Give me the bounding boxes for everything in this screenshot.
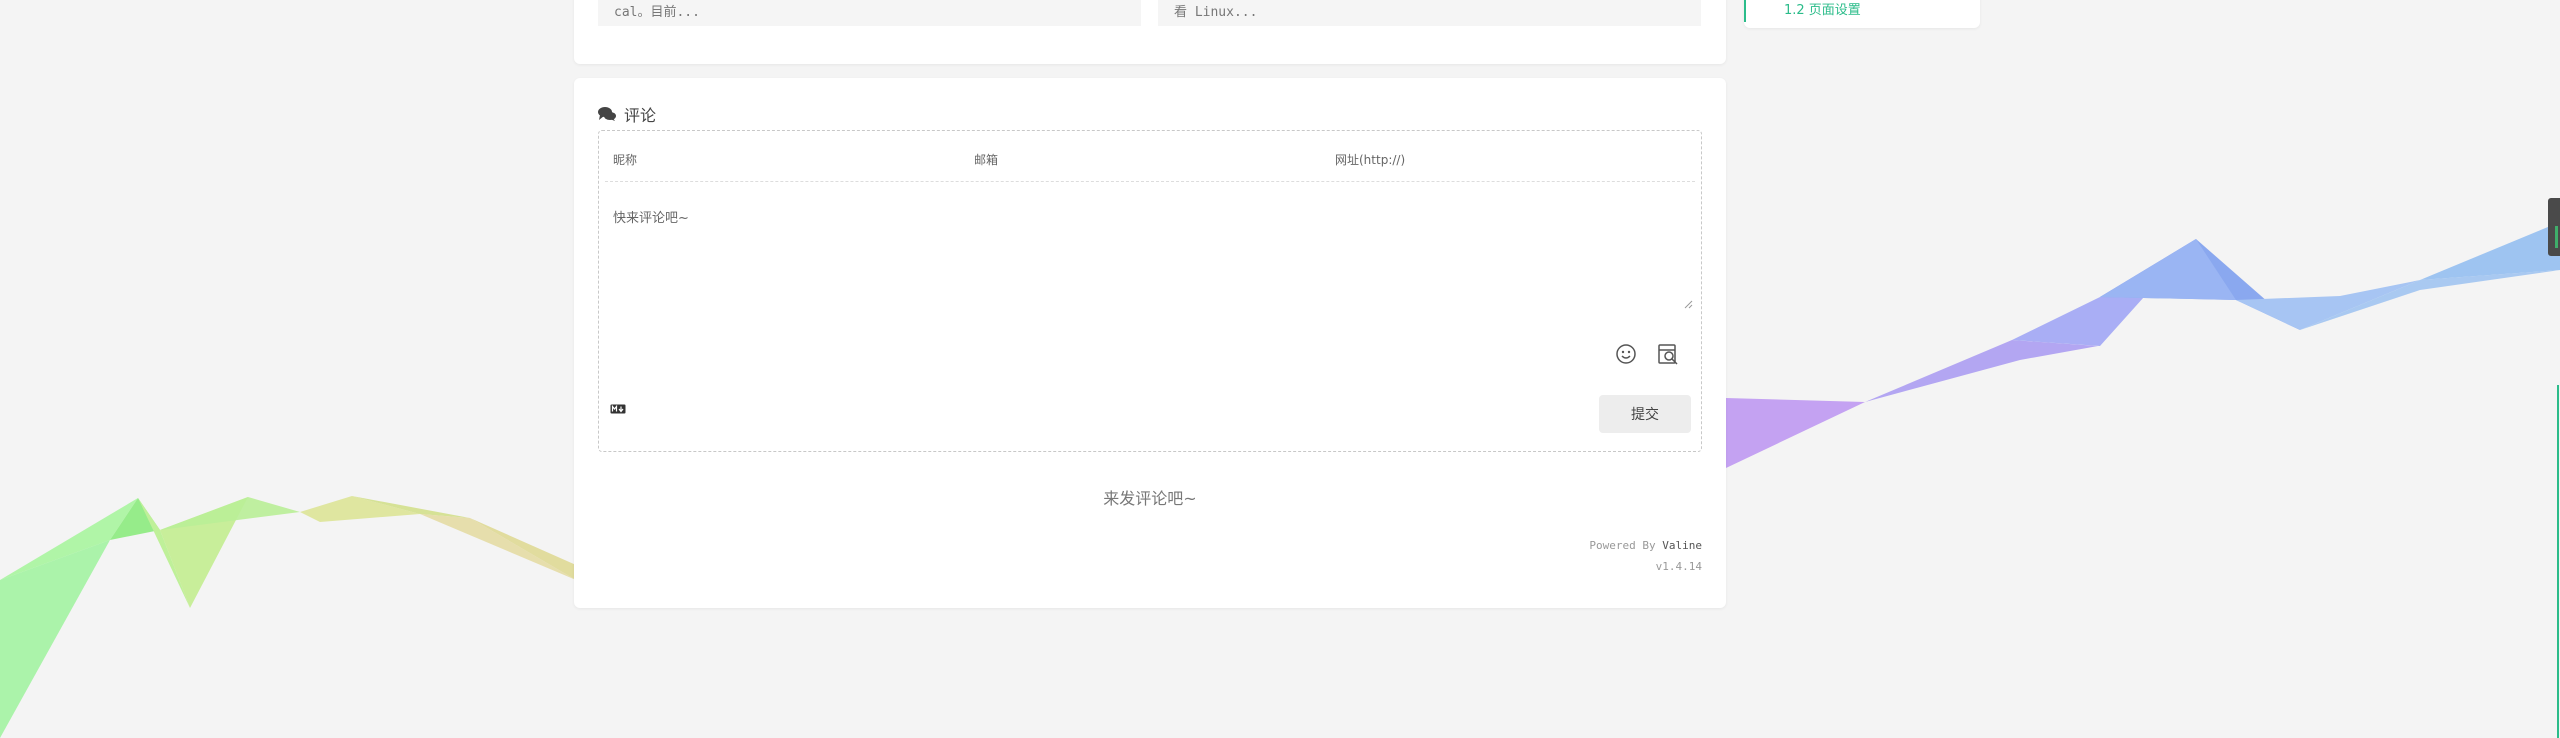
url-input[interactable]: 网址(http://) (1335, 151, 1405, 168)
email-input[interactable]: 邮箱 (974, 151, 998, 168)
valine-link[interactable]: Valine (1662, 539, 1702, 552)
toc-item-page-settings[interactable]: 1.2 页面设置 (1744, 0, 1984, 22)
related-post-left-excerpt: cal。目前... (614, 5, 700, 20)
preview-icon[interactable] (1657, 343, 1679, 365)
related-post-right[interactable]: 看 Linux... (1158, 0, 1701, 26)
related-post-right-excerpt: 看 Linux... (1174, 5, 1258, 20)
resize-grip-icon[interactable] (1683, 299, 1693, 309)
valine-version: v1.4.14 (1655, 560, 1702, 573)
header-divider (605, 181, 1695, 182)
emoji-icon[interactable] (1615, 343, 1637, 365)
related-post-left[interactable]: cal。目前... (598, 0, 1141, 26)
comments-icon (598, 107, 616, 121)
empty-comments-text: 来发评论吧~ (1103, 489, 1197, 508)
toc-item-label: 1.2 页面设置 (1784, 3, 1861, 18)
comment-textarea[interactable]: 快来评论吧~ (613, 207, 689, 226)
scroll-progress-bar (2557, 385, 2559, 738)
nick-input[interactable]: 昵称 (613, 151, 637, 168)
related-posts-card: cal。目前... 看 Linux... (574, 0, 1726, 64)
comment-placeholder: 快来评论吧~ (613, 211, 689, 226)
toc-card: 1.2 页面设置 (1744, 0, 1980, 28)
comment-form: 昵称 邮箱 网址(http://) 快来评论吧~ 提交 (598, 130, 1702, 452)
side-panel-toggle[interactable] (2548, 198, 2560, 256)
nick-placeholder: 昵称 (613, 153, 638, 167)
url-placeholder: 网址(http://) (1335, 153, 1406, 167)
markdown-icon[interactable] (610, 404, 626, 414)
powered-by-prefix: Powered By (1589, 539, 1656, 552)
email-placeholder: 邮箱 (974, 153, 999, 167)
submit-button[interactable]: 提交 (1599, 395, 1691, 433)
comments-card: 评论 昵称 邮箱 网址(http://) 快来评论吧~ 提交 来发评论吧~ Po… (574, 78, 1726, 608)
side-panel-indicator (2555, 226, 2558, 248)
powered-by: Powered By Valine (1589, 539, 1702, 552)
comments-title: 评论 (624, 106, 657, 125)
comments-header: 评论 (598, 102, 656, 126)
